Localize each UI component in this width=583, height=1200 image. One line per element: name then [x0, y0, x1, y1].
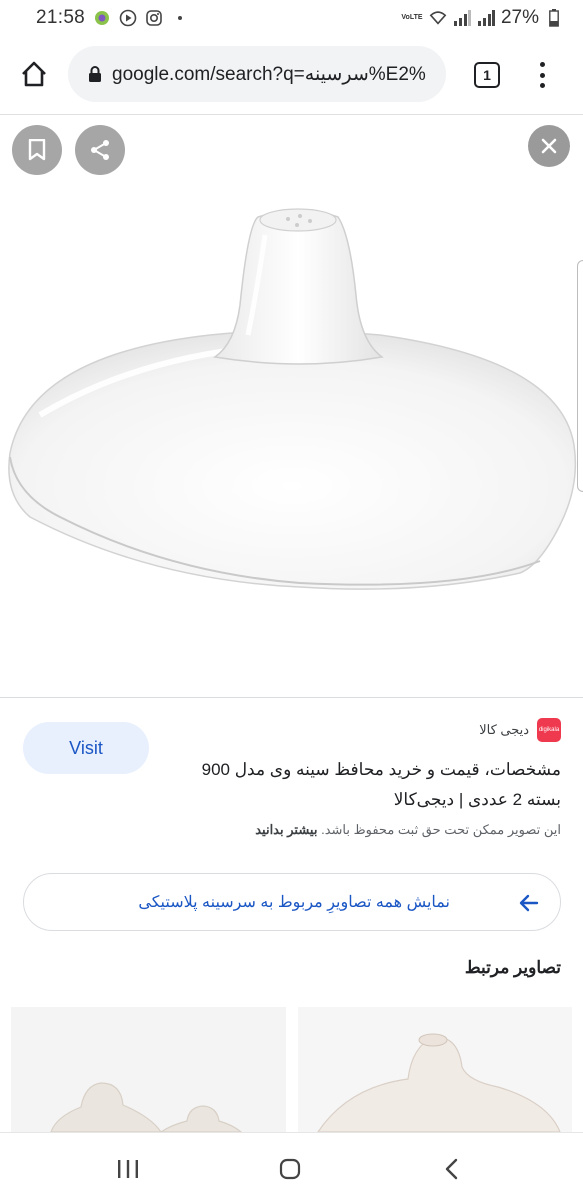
- close-viewer-button[interactable]: [528, 125, 570, 167]
- screen: 21:58 VoLTE 27% google.com/search?q=سرسی…: [0, 0, 583, 1200]
- battery-icon: [545, 9, 563, 27]
- source-row[interactable]: digikala دیجی کالا: [479, 718, 561, 742]
- save-image-button[interactable]: [12, 125, 62, 175]
- overflow-menu-button[interactable]: [532, 58, 552, 92]
- close-icon: [541, 138, 557, 154]
- related-image-1[interactable]: [11, 1007, 286, 1132]
- status-time: 21:58: [36, 7, 86, 28]
- source-logo-icon: digikala: [537, 718, 561, 742]
- share-button[interactable]: [75, 125, 125, 175]
- wifi-icon: [429, 9, 447, 27]
- home-nav-button[interactable]: [272, 1151, 308, 1187]
- app-notification-icon: [93, 9, 111, 27]
- home-nav-icon: [279, 1158, 301, 1180]
- related-images-heading: تصاویر مرتبط: [464, 958, 561, 977]
- source-name: دیجی کالا: [479, 722, 529, 737]
- back-icon: [445, 1158, 458, 1180]
- instagram-notification-icon: [145, 9, 163, 27]
- url-text: google.com/search?q=سرسینه%E2%: [112, 63, 426, 85]
- learn-more-link[interactable]: بیشتر بدانید: [255, 822, 317, 837]
- more-notifications-dot-icon: [171, 9, 189, 27]
- back-nav-button[interactable]: [434, 1151, 470, 1187]
- copyright-text: این تصویر ممکن تحت حق ثبت محفوظ باشد.: [321, 822, 561, 837]
- arrow-left-icon: [514, 888, 544, 918]
- home-icon: [22, 61, 46, 87]
- related-image-2[interactable]: [298, 1007, 572, 1132]
- share-icon: [91, 140, 109, 160]
- viewer-divider: [0, 697, 583, 698]
- bookmark-icon: [28, 139, 46, 161]
- volte-icon: VoLTE: [401, 14, 423, 21]
- visit-button[interactable]: Visit: [23, 722, 149, 774]
- side-scroll-handle[interactable]: [577, 260, 583, 492]
- browser-toolbar: google.com/search?q=سرسینه%E2% 1: [0, 38, 583, 112]
- home-button[interactable]: [18, 58, 50, 90]
- recent-apps-icon: [118, 1160, 138, 1178]
- image-viewer: [0, 115, 583, 697]
- show-all-related-button[interactable]: نمایش همه تصاویرِ مربوط به سرسینه پلاستی…: [23, 873, 561, 931]
- signal-icon-2: [477, 9, 495, 27]
- system-nav-bar: [0, 1132, 583, 1200]
- result-title[interactable]: مشخصات، قیمت و خرید محافظ سینه وی مدل 90…: [171, 755, 561, 815]
- status-bar: 21:58 VoLTE 27%: [0, 0, 583, 36]
- tab-switcher-button[interactable]: 1: [474, 62, 500, 88]
- copyright-notice: این تصویر ممکن تحت حق ثبت محفوظ باشد. بی…: [41, 822, 561, 838]
- battery-percent: 27%: [500, 7, 539, 28]
- lock-icon: [89, 66, 101, 82]
- play-notification-icon: [119, 9, 137, 27]
- signal-icon-1: [453, 9, 471, 27]
- show-all-related-label: نمایش همه تصاویرِ مربوط به سرسینه پلاستی…: [138, 894, 450, 911]
- product-image: [8, 208, 577, 590]
- recent-apps-button[interactable]: [110, 1151, 146, 1187]
- url-bar[interactable]: google.com/search?q=سرسینه%E2%: [68, 46, 446, 102]
